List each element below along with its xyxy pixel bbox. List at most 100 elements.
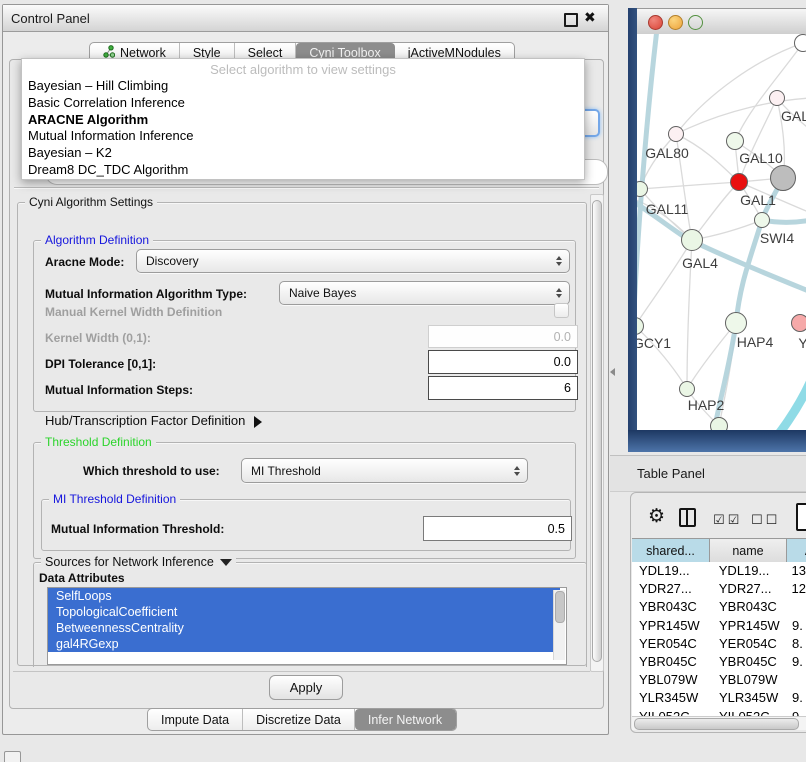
node-y-pink[interactable] [791, 314, 806, 332]
data-attribute-item[interactable]: BetweennessCentrality [48, 620, 560, 636]
data-attribute-item[interactable]: SelfLoops [48, 588, 560, 604]
table-cell: 12 [788, 580, 806, 598]
algorithm-popup-item[interactable]: Dream8 DC_TDC Algorithm [22, 162, 584, 179]
tab-infer-network[interactable]: Infer Network [355, 709, 456, 730]
data-attribute-item[interactable]: TopologicalCoefficient [48, 604, 560, 620]
table-row[interactable]: YDL19...YDL19...13 [632, 562, 806, 580]
node-gal10[interactable] [726, 132, 744, 150]
node-top-white[interactable] [794, 34, 806, 52]
table-row[interactable]: YLR345WYLR345W9. [632, 689, 806, 707]
expand-arrow-icon[interactable] [254, 416, 262, 428]
attributes-scrollbar[interactable] [553, 590, 565, 660]
checked-columns-icon[interactable]: ☑☑ [713, 512, 742, 528]
node-gal1-red[interactable] [730, 173, 748, 191]
network-node-label: GAL1 [740, 192, 776, 208]
attributes-scrollbar-thumb[interactable] [555, 591, 565, 623]
table-cell: YBR045C [710, 653, 788, 671]
kernel-width-field[interactable]: 0.0 [428, 325, 578, 348]
algorithm-select-popup: Select algorithm to view settings Bayesi… [21, 58, 585, 180]
group-divider [14, 187, 599, 189]
which-threshold-value: MI Threshold [251, 464, 321, 478]
table-cell: 9 [788, 708, 799, 717]
table-row[interactable]: YBR045CYBR045C9. [632, 653, 806, 671]
network-window-left-border [628, 8, 637, 452]
mi-steps-field[interactable]: 6 [428, 376, 578, 400]
algorithm-popup-item[interactable]: Basic Correlation Inference [22, 95, 584, 112]
table-cell: YPR145W [632, 617, 710, 635]
clipped-toolbar-icon[interactable] [796, 503, 806, 531]
table-cell [788, 598, 792, 616]
column-header-shared-name[interactable]: shared... [632, 539, 710, 563]
algorithm-popup-item[interactable]: Mutual Information Inference [22, 128, 584, 145]
network-node-label: GAL80 [645, 145, 689, 161]
settings-scrollbar-thumb[interactable] [592, 200, 602, 662]
mi-threshold-definition-title: MI Threshold Definition [49, 492, 180, 507]
algorithm-popup-item[interactable]: Bayesian – Hill Climbing [22, 78, 584, 95]
dpi-tolerance-field[interactable]: 0.0 [428, 350, 578, 374]
table-cell: YDL19... [632, 562, 710, 580]
gear-icon[interactable]: ⚙ [648, 505, 665, 528]
table-row[interactable]: YER054CYER054C8. [632, 635, 806, 653]
mi-threshold-field[interactable]: 0.5 [423, 516, 572, 541]
tab-impute-data[interactable]: Impute Data [148, 709, 243, 730]
column-header-clipped[interactable]: A [787, 539, 806, 563]
control-panel-titlebar[interactable]: Control Panel ✖ [3, 5, 608, 32]
network-canvas[interactable]: GALGAL80GAL10GAL1GAL11SWI4GAL4GCY1HAP4YH… [637, 34, 806, 430]
table-row[interactable]: YIL052CYIL052C9 [632, 708, 806, 717]
algorithm-popup-item[interactable]: ARACNE Algorithm [22, 112, 584, 129]
data-attribute-item[interactable]: gal4RGexp [48, 636, 560, 652]
minimize-traffic-light-icon[interactable] [668, 15, 683, 30]
columns-icon[interactable] [679, 508, 696, 527]
mi-type-combobox[interactable]: Naive Bayes [279, 281, 570, 305]
aracne-mode-label: Aracne Mode: [45, 255, 124, 269]
table-cell: 9. [788, 653, 803, 671]
node-gal-pink[interactable] [769, 90, 785, 106]
table-cell: YBL079W [632, 671, 710, 689]
node-swi4[interactable] [754, 212, 770, 228]
table-cell: YPR145W [710, 617, 788, 635]
node-gal4[interactable] [681, 229, 703, 251]
close-icon[interactable]: ✖ [584, 9, 596, 26]
stepper-arrows-icon [514, 466, 520, 476]
tab-discretize-data[interactable]: Discretize Data [243, 709, 355, 730]
network-node-label: GAL4 [682, 255, 718, 271]
table-cell: YER054C [632, 635, 710, 653]
table-scrollbar-thumb[interactable] [634, 718, 799, 730]
sources-group-title[interactable]: Sources for Network Inference [41, 555, 236, 570]
float-window-icon[interactable] [564, 13, 578, 27]
table-row[interactable]: YDR27...YDR27...12 [632, 580, 806, 598]
data-attributes-list[interactable]: SelfLoopsTopologicalCoefficientBetweenne… [47, 587, 567, 665]
node-bottom[interactable] [710, 417, 728, 430]
table-cell: YBR043C [632, 598, 710, 616]
unchecked-columns-icon[interactable]: ☐☐ [751, 512, 780, 528]
mi-steps-label: Mutual Information Steps: [45, 383, 193, 397]
splitpane-divider-grip[interactable] [610, 368, 616, 377]
manual-kernel-checkbox[interactable] [554, 303, 569, 318]
column-header-name[interactable]: name [710, 539, 787, 563]
table-row[interactable]: YBL079WYBL079W [632, 671, 806, 689]
collapse-arrow-icon[interactable] [220, 559, 232, 566]
table-cell: 13 [788, 562, 806, 580]
table-horizontal-scrollbar[interactable] [632, 716, 806, 730]
kernel-width-label: Kernel Width (0,1): [45, 331, 151, 345]
table-row[interactable]: YPR145WYPR145W9. [632, 617, 806, 635]
network-window-titlebar[interactable] [637, 8, 806, 36]
which-threshold-combobox[interactable]: MI Threshold [241, 458, 528, 483]
aracne-mode-combobox[interactable]: Discovery [136, 249, 570, 273]
node-gray[interactable] [770, 165, 796, 191]
node-gal80[interactable] [668, 126, 684, 142]
network-window-bottom-border [628, 430, 806, 452]
zoom-traffic-light-icon[interactable] [688, 15, 703, 30]
minimized-panel-icon[interactable] [4, 751, 21, 762]
node-hap2[interactable] [679, 381, 695, 397]
hub-definition-toggle[interactable]: Hub/Transcription Factor Definition [45, 413, 262, 428]
close-traffic-light-icon[interactable] [648, 15, 663, 30]
apply-button[interactable]: Apply [269, 675, 343, 700]
stepper-arrows-icon [556, 288, 562, 298]
mi-type-label: Mutual Information Algorithm Type: [45, 287, 247, 301]
which-threshold-label: Which threshold to use: [83, 464, 220, 478]
algorithm-popup-item[interactable]: Bayesian – K2 [22, 145, 584, 162]
table-row[interactable]: YBR043CYBR043C [632, 598, 806, 616]
node-hap4[interactable] [725, 312, 747, 334]
settings-vertical-scrollbar[interactable] [590, 194, 604, 672]
